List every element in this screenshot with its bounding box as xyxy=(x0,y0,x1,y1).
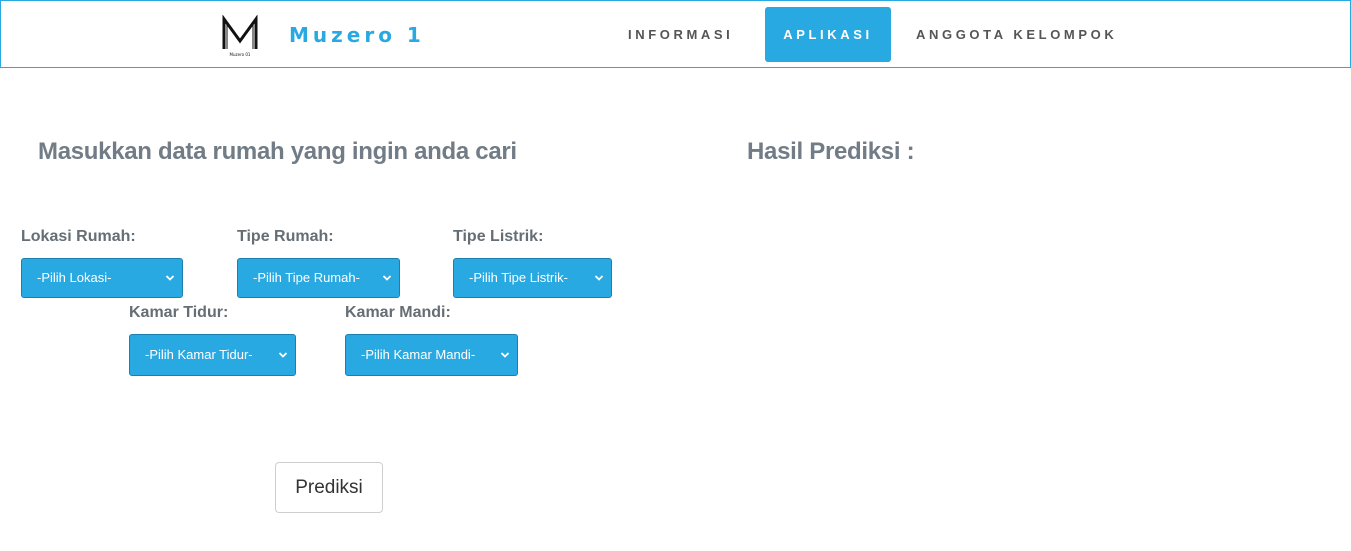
kamar-mandi-select-value: -Pilih Kamar Mandi- xyxy=(361,347,476,362)
chevron-down-icon xyxy=(278,352,288,358)
kamar-tidur-label: Kamar Tidur: xyxy=(129,304,229,321)
lokasi-select-value: -Pilih Lokasi- xyxy=(37,270,112,285)
kamar-mandi-label: Kamar Mandi: xyxy=(345,304,451,321)
kamar-mandi-select[interactable]: -Pilih Kamar Mandi- xyxy=(345,334,518,376)
nav-informasi[interactable]: INFORMASI xyxy=(628,7,733,62)
chevron-down-icon xyxy=(382,275,392,281)
logo-caption: Muzero 01 xyxy=(230,52,251,57)
kamar-tidur-select-value: -Pilih Kamar Tidur- xyxy=(145,347,253,362)
result-title: Hasil Prediksi : xyxy=(747,138,915,165)
tipe-listrik-select[interactable]: -Pilih Tipe Listrik- xyxy=(453,258,612,298)
lokasi-label: Lokasi Rumah: xyxy=(21,228,136,245)
tipe-rumah-select-value: -Pilih Tipe Rumah- xyxy=(253,270,360,285)
lokasi-select[interactable]: -Pilih Lokasi- xyxy=(21,258,183,298)
tipe-rumah-select[interactable]: -Pilih Tipe Rumah- xyxy=(237,258,400,298)
chevron-down-icon xyxy=(165,275,175,281)
nav-aplikasi[interactable]: APLIKASI xyxy=(765,7,891,62)
m-logo-icon[interactable]: Muzero 01 xyxy=(220,15,264,59)
form-title: Masukkan data rumah yang ingin anda cari xyxy=(38,138,517,165)
kamar-tidur-select[interactable]: -Pilih Kamar Tidur- xyxy=(129,334,296,376)
chevron-down-icon xyxy=(594,275,604,281)
nav-anggota-kelompok[interactable]: ANGGOTA KELOMPOK xyxy=(916,7,1117,62)
prediksi-button[interactable]: Prediksi xyxy=(275,462,383,513)
tipe-listrik-select-value: -Pilih Tipe Listrik- xyxy=(469,270,568,285)
tipe-listrik-label: Tipe Listrik: xyxy=(453,228,544,245)
brand-name[interactable]: Muzero 1 xyxy=(289,23,425,47)
chevron-down-icon xyxy=(500,352,510,358)
top-navbar: Muzero 01 Muzero 1 INFORMASI APLIKASI AN… xyxy=(0,0,1351,68)
tipe-rumah-label: Tipe Rumah: xyxy=(237,228,334,245)
